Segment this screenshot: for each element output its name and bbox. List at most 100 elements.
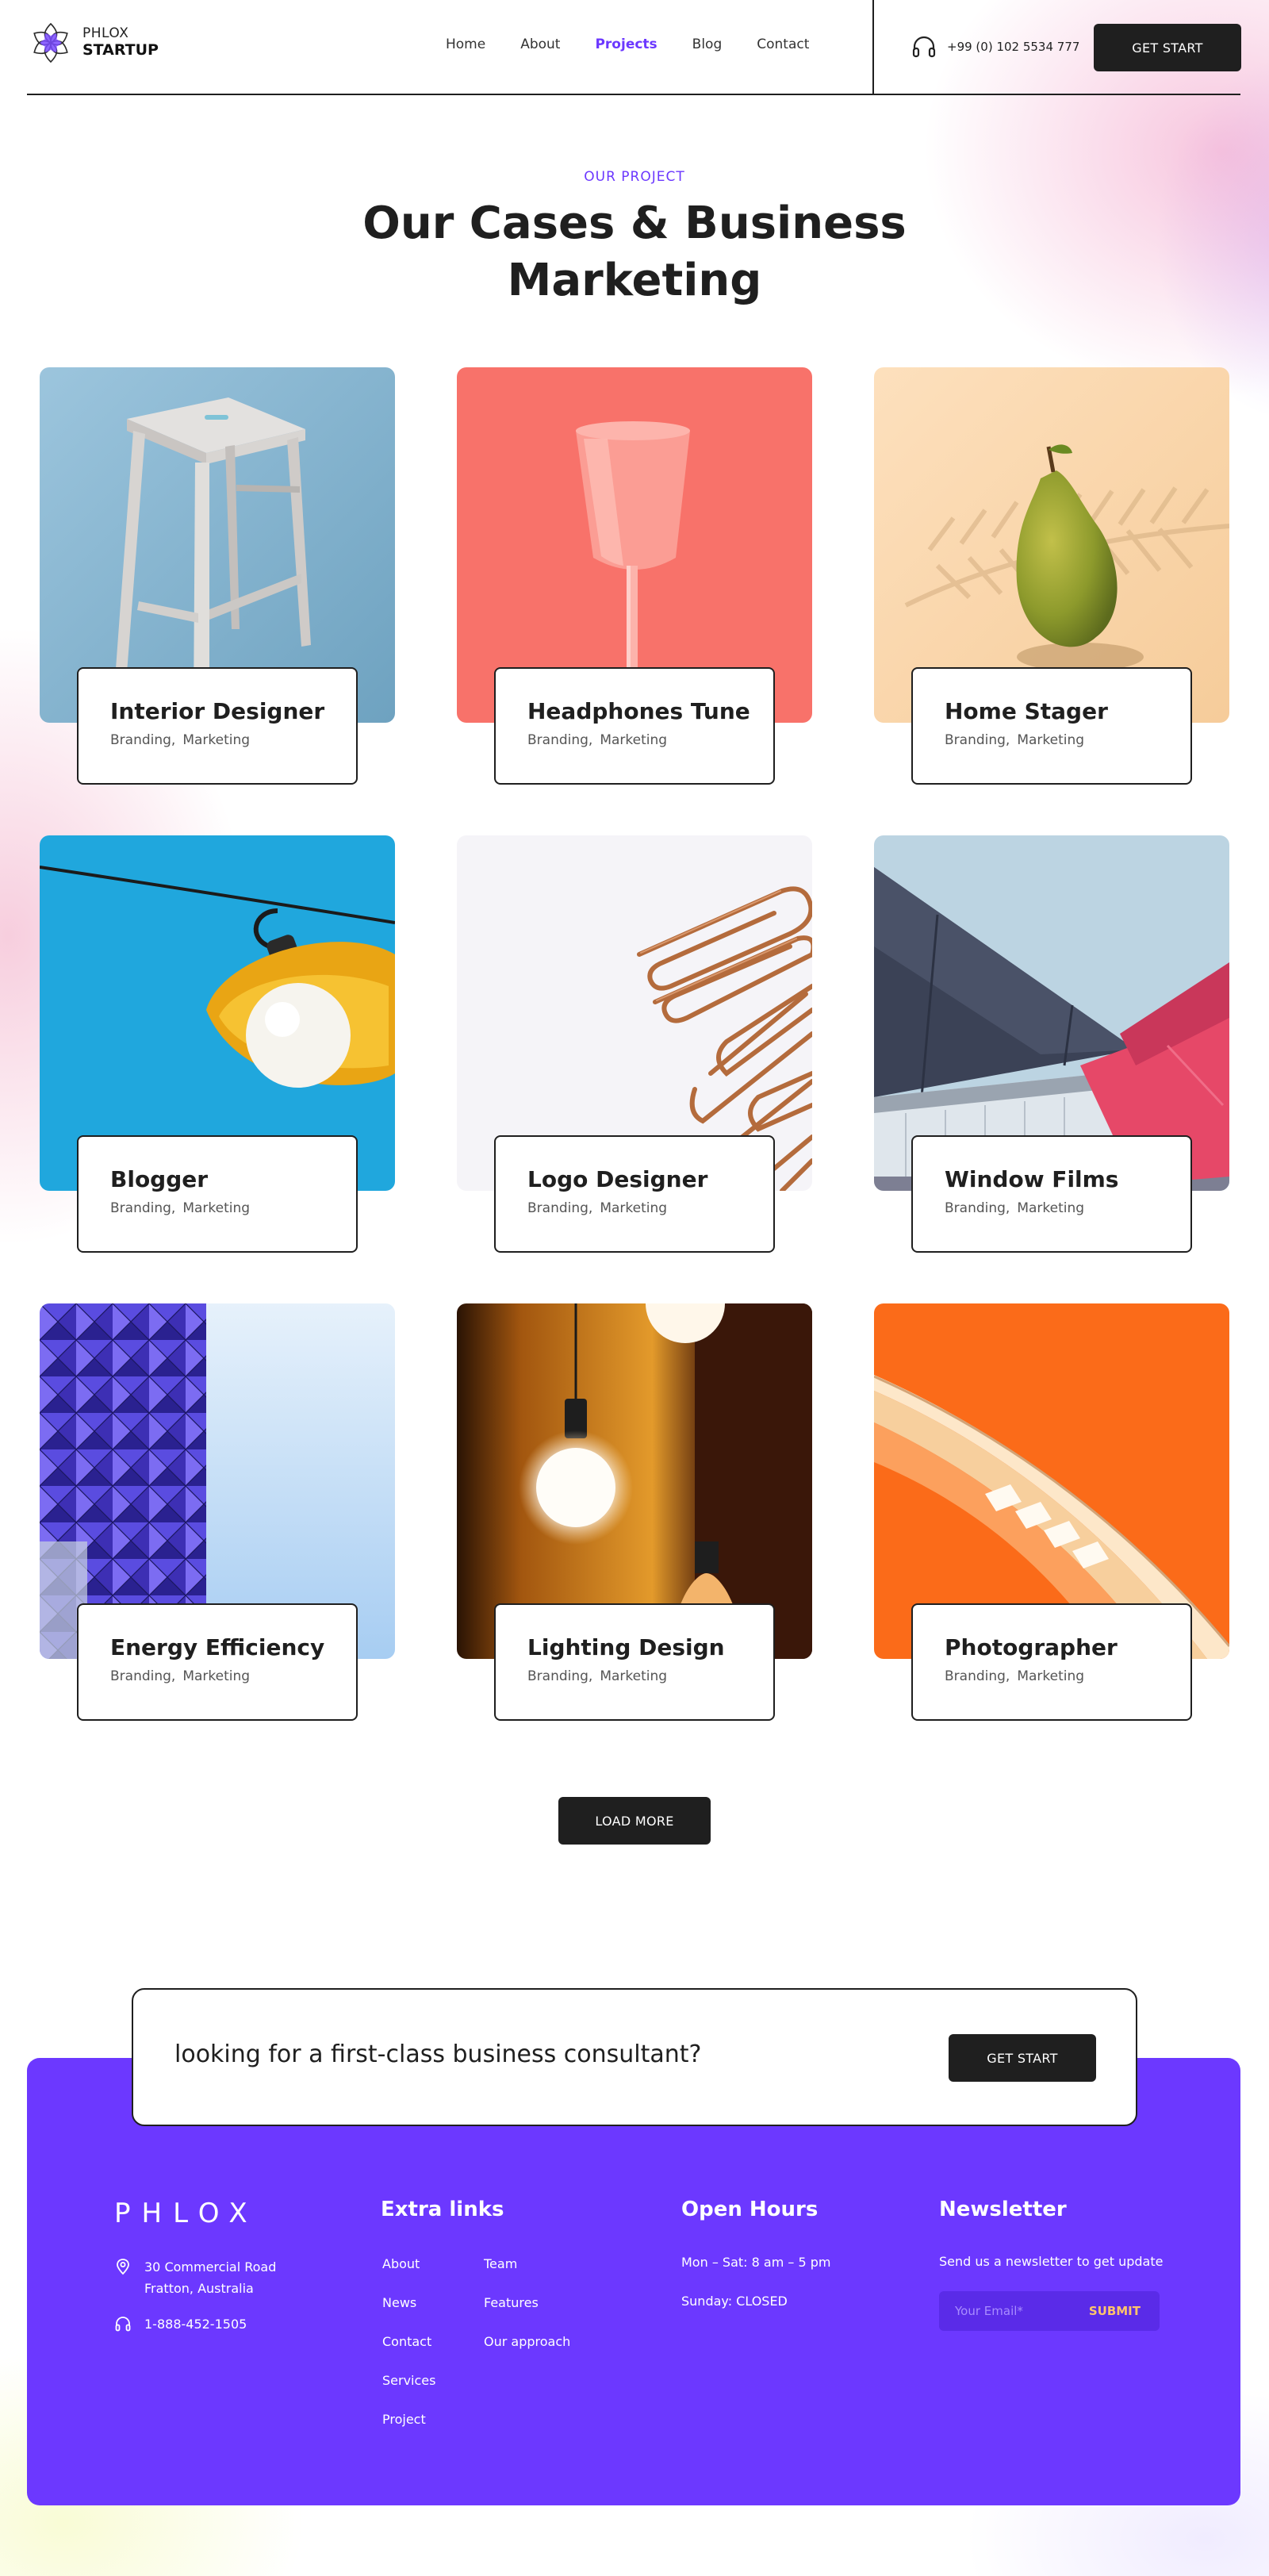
- footer-newsletter-title: Newsletter: [939, 2198, 1067, 2221]
- location-pin-icon: [117, 2259, 129, 2275]
- project-card-label: Window Films Branding, Marketing: [911, 1135, 1192, 1253]
- header-get-start-button[interactable]: GET START: [1094, 24, 1241, 71]
- project-tags: Branding, Marketing: [527, 732, 773, 748]
- project-tag[interactable]: Branding,: [110, 1200, 175, 1216]
- project-tag[interactable]: Marketing: [1017, 1200, 1084, 1216]
- project-tag[interactable]: Marketing: [600, 1200, 667, 1216]
- header-phone[interactable]: +99 (0) 102 5534 777: [911, 33, 1079, 60]
- footer-links-col-2: Team Features Our approach: [484, 2253, 570, 2352]
- project-tags: Branding, Marketing: [945, 732, 1190, 748]
- nav-contact[interactable]: Contact: [757, 36, 809, 52]
- footer-address: 30 Commercial Road Fratton, Australia: [114, 2256, 276, 2299]
- logo-text: PHLOX STARTUP: [82, 26, 159, 59]
- project-card[interactable]: Headphones Tune Branding, Marketing: [457, 367, 812, 788]
- project-card-label: Interior Designer Branding, Marketing: [77, 667, 358, 785]
- footer-phone-number: 1-888-452-1505: [144, 2317, 247, 2332]
- project-tag[interactable]: Branding,: [945, 1668, 1010, 1684]
- headphones-icon: [115, 2317, 131, 2332]
- project-card[interactable]: Interior Designer Branding, Marketing: [40, 367, 395, 788]
- footer-phone[interactable]: 1-888-452-1505: [114, 2313, 247, 2335]
- project-tag[interactable]: Marketing: [182, 732, 250, 748]
- footer-link-project[interactable]: Project: [382, 2409, 435, 2430]
- project-title[interactable]: Blogger: [110, 1165, 356, 1194]
- project-tag[interactable]: Branding,: [527, 1200, 592, 1216]
- header-divider: [872, 0, 874, 95]
- footer-link-services[interactable]: Services: [382, 2370, 435, 2391]
- header-phone-number: +99 (0) 102 5534 777: [947, 40, 1080, 54]
- project-title[interactable]: Photographer: [945, 1634, 1190, 1662]
- footer-hours-line: Sunday: CLOSED: [681, 2294, 788, 2309]
- project-card[interactable]: Energy Efficiency Branding, Marketing: [40, 1303, 395, 1724]
- newsletter-form: SUBMIT: [939, 2291, 1160, 2331]
- project-tag[interactable]: Branding,: [527, 732, 592, 748]
- project-card-label: Energy Efficiency Branding, Marketing: [77, 1603, 358, 1721]
- footer-link-features[interactable]: Features: [484, 2292, 570, 2313]
- project-card-label: Photographer Branding, Marketing: [911, 1603, 1192, 1721]
- footer-links-col-1: About News Contact Services Project: [382, 2253, 435, 2430]
- consultant-cta: looking for a first-class business consu…: [132, 1988, 1137, 2126]
- project-card[interactable]: Blogger Branding, Marketing: [40, 835, 395, 1256]
- main-nav: Home About Projects Blog Contact: [446, 36, 809, 52]
- project-title[interactable]: Home Stager: [945, 697, 1190, 726]
- project-card-label: Home Stager Branding, Marketing: [911, 667, 1192, 785]
- project-tag[interactable]: Branding,: [945, 1200, 1010, 1216]
- project-card[interactable]: Logo Designer Branding, Marketing: [457, 835, 812, 1256]
- project-tag[interactable]: Marketing: [182, 1200, 250, 1216]
- project-card[interactable]: Window Films Branding, Marketing: [874, 835, 1229, 1256]
- project-title[interactable]: Energy Efficiency: [110, 1634, 356, 1662]
- nav-about[interactable]: About: [520, 36, 560, 52]
- project-tags: Branding, Marketing: [527, 1200, 773, 1216]
- footer-address-line: 30 Commercial Road: [144, 2259, 277, 2275]
- project-tag[interactable]: Marketing: [182, 1668, 250, 1684]
- nav-blog[interactable]: Blog: [692, 36, 723, 52]
- project-tag[interactable]: Branding,: [110, 1668, 175, 1684]
- newsletter-email-input[interactable]: [955, 2304, 1082, 2318]
- project-tags: Branding, Marketing: [110, 1200, 356, 1216]
- footer-link-team[interactable]: Team: [484, 2253, 570, 2275]
- project-tag[interactable]: Marketing: [1017, 1668, 1084, 1684]
- project-tags: Branding, Marketing: [945, 1200, 1190, 1216]
- footer-hours: Mon – Sat: 8 am – 5 pm Sunday: CLOSED: [681, 2252, 830, 2329]
- project-title[interactable]: Interior Designer: [110, 697, 356, 726]
- project-tags: Branding, Marketing: [527, 1668, 773, 1684]
- footer-link-about[interactable]: About: [382, 2253, 435, 2275]
- footer-link-news[interactable]: News: [382, 2292, 435, 2313]
- logo[interactable]: PHLOX STARTUP: [29, 21, 159, 65]
- footer-link-contact[interactable]: Contact: [382, 2331, 435, 2352]
- cta-get-start-button[interactable]: GET START: [949, 2034, 1096, 2082]
- site-header: PHLOX STARTUP Home About Projects Blog C…: [27, 0, 1241, 95]
- footer-address-line: Fratton, Australia: [144, 2281, 254, 2296]
- project-card[interactable]: Lighting Design Branding, Marketing: [457, 1303, 812, 1724]
- logo-bottom-text: STARTUP: [82, 40, 159, 59]
- project-tag[interactable]: Branding,: [110, 732, 175, 748]
- footer-brand[interactable]: PHLOX: [114, 2198, 259, 2229]
- project-tag[interactable]: Marketing: [600, 732, 667, 748]
- footer-newsletter-text: Send us a newsletter to get update: [939, 2254, 1164, 2269]
- project-card[interactable]: Photographer Branding, Marketing: [874, 1303, 1229, 1724]
- load-more-button[interactable]: LOAD MORE: [558, 1797, 711, 1845]
- project-title[interactable]: Window Films: [945, 1165, 1190, 1194]
- project-title[interactable]: Lighting Design: [527, 1634, 773, 1662]
- project-title[interactable]: Headphones Tune: [527, 697, 773, 726]
- nav-home[interactable]: Home: [446, 36, 485, 52]
- logo-top-text: PHLOX: [82, 25, 129, 42]
- project-tags: Branding, Marketing: [110, 732, 356, 748]
- logo-flower-icon: [33, 22, 68, 63]
- project-tag[interactable]: Marketing: [600, 1668, 667, 1684]
- newsletter-submit-button[interactable]: SUBMIT: [1089, 2304, 1141, 2318]
- project-title[interactable]: Logo Designer: [527, 1165, 773, 1194]
- project-tag[interactable]: Branding,: [945, 732, 1010, 748]
- footer-hours-title: Open Hours: [681, 2198, 819, 2221]
- nav-projects[interactable]: Projects: [595, 36, 657, 52]
- footer-link-our-approach[interactable]: Our approach: [484, 2331, 570, 2352]
- section-title: Our Cases & Business Marketing: [362, 198, 907, 306]
- project-tags: Branding, Marketing: [945, 1668, 1190, 1684]
- footer-extra-links-title: Extra links: [381, 2198, 504, 2221]
- project-tag[interactable]: Marketing: [1017, 732, 1084, 748]
- projects-grid: Interior Designer Branding, Marketing He…: [40, 367, 1229, 1724]
- headphones-icon: [912, 36, 936, 58]
- footer-hours-line: Mon – Sat: 8 am – 5 pm: [681, 2255, 831, 2270]
- project-card[interactable]: Home Stager Branding, Marketing: [874, 367, 1229, 788]
- project-card-label: Lighting Design Branding, Marketing: [494, 1603, 775, 1721]
- project-tag[interactable]: Branding,: [527, 1668, 592, 1684]
